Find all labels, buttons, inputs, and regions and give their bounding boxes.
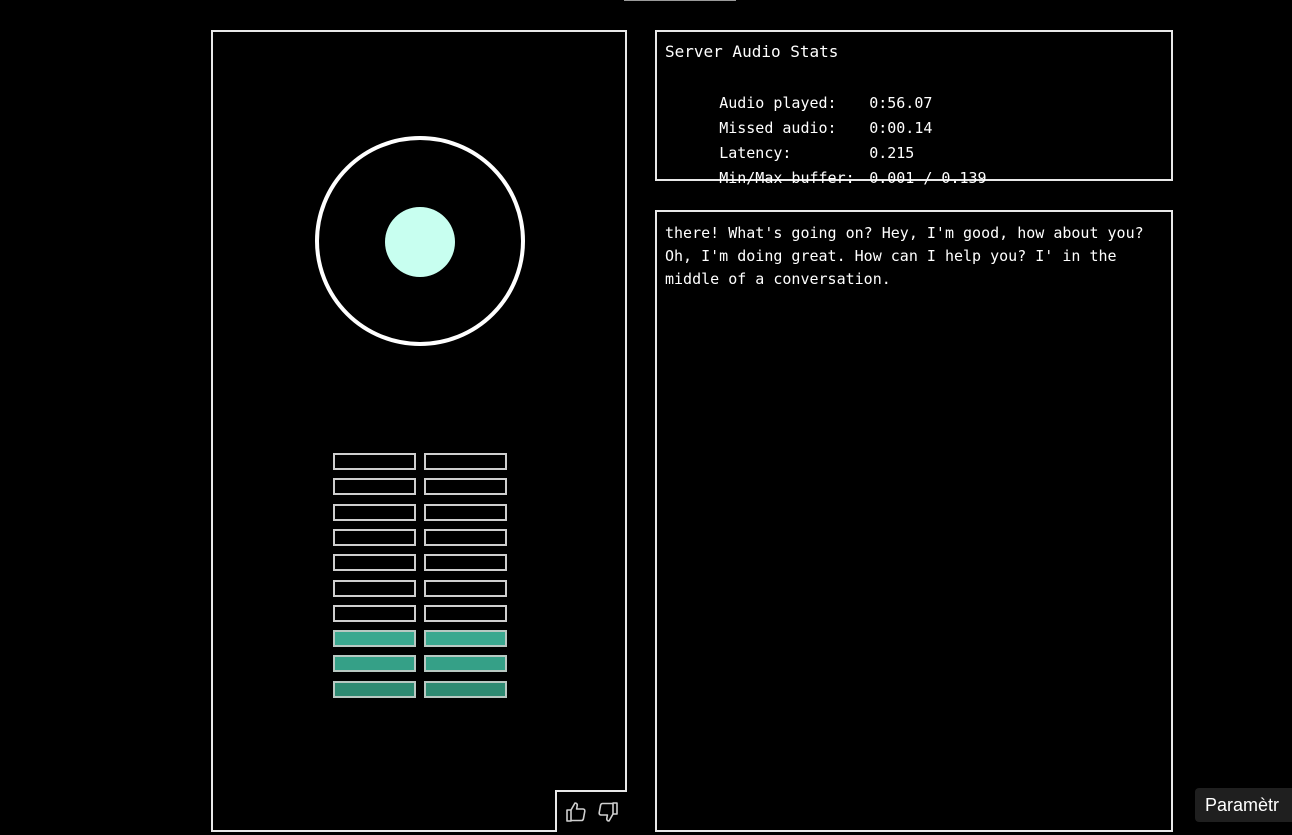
level-meter-segment [424, 630, 507, 647]
level-meter-segment [333, 529, 416, 546]
level-meter-segment [333, 478, 416, 495]
stats-value: 0.001 / 0.139 [869, 169, 987, 187]
level-meter-segment [424, 554, 507, 571]
level-meter-segment [333, 681, 416, 698]
level-meter-segment [333, 630, 416, 647]
level-meter-segment [424, 655, 507, 672]
feedback-controls [555, 790, 627, 832]
orb-core [385, 207, 455, 277]
settings-button[interactable]: Paramètr [1195, 788, 1292, 822]
level-meter-segment [424, 504, 507, 521]
level-meter-segment [424, 681, 507, 698]
transcript-text: there! What's going on? Hey, I'm good, h… [665, 224, 1144, 288]
level-meter-segment [333, 453, 416, 470]
level-meter-segment [424, 478, 507, 495]
level-meter-segment [333, 605, 416, 622]
transcript-panel[interactable]: there! What's going on? Hey, I'm good, h… [655, 210, 1173, 832]
stats-title: Server Audio Stats [665, 42, 839, 61]
stats-label: Min/Max buffer: [719, 169, 855, 187]
server-audio-stats-panel: Server Audio Stats Audio played: 0:56.07 … [655, 30, 1173, 187]
top-tab-indicator [624, 0, 736, 1]
level-meter-segment [424, 605, 507, 622]
level-meter-segment [424, 580, 507, 597]
thumbs-up-icon[interactable] [564, 800, 588, 824]
level-meter-segment [333, 504, 416, 521]
level-meter-segment [333, 655, 416, 672]
level-meter-segment [333, 580, 416, 597]
audio-visualizer-panel [211, 30, 627, 832]
level-meter-segment [424, 529, 507, 546]
level-meter-segment [333, 554, 416, 571]
thumbs-down-icon[interactable] [596, 800, 620, 824]
level-meter-segment [424, 453, 507, 470]
level-meter [333, 453, 509, 701]
stats-row-min-max-buffer: Min/Max buffer: 0.001 / 0.139 [665, 151, 987, 205]
app-root: Server Audio Stats Audio played: 0:56.07 … [0, 0, 1292, 835]
